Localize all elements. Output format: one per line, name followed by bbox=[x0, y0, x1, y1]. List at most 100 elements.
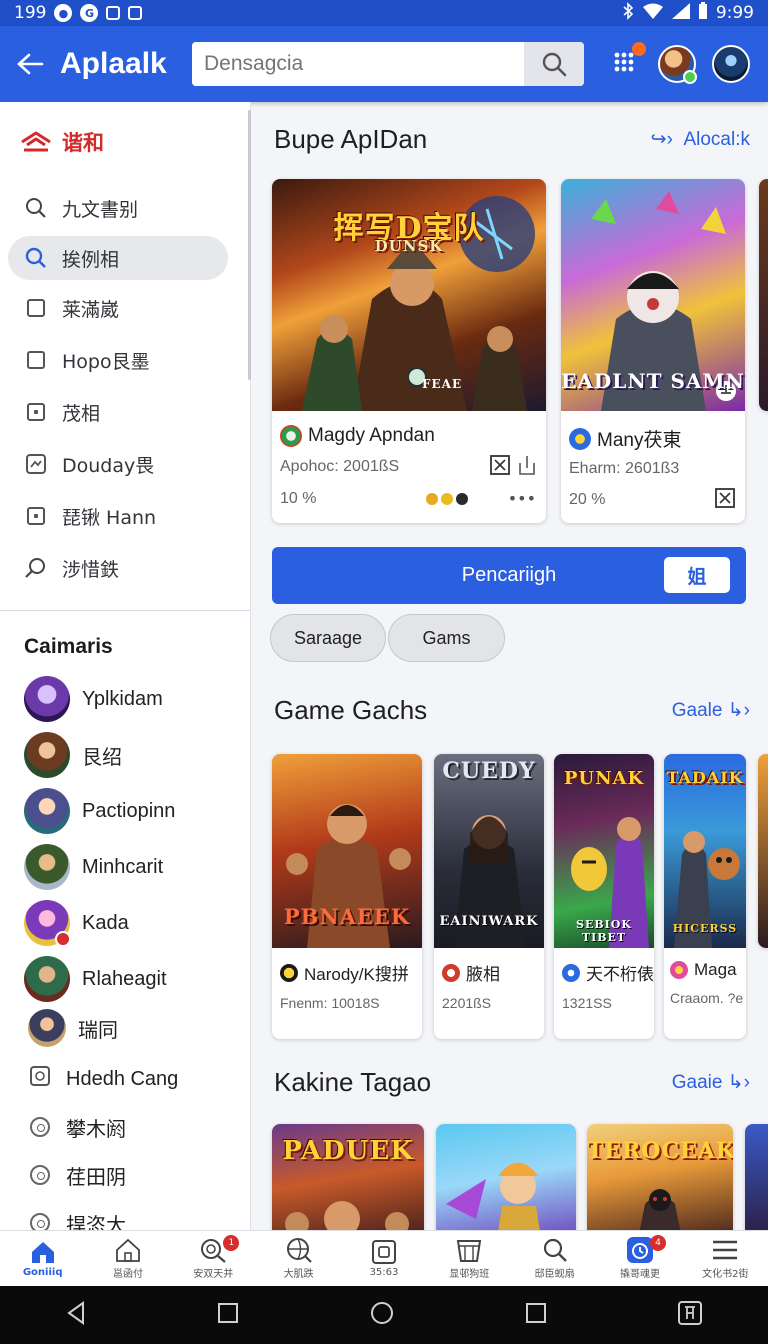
bottom-nav-item[interactable]: 35:63 bbox=[341, 1231, 426, 1286]
category-item[interactable]: Rlaheagit bbox=[0, 951, 250, 1007]
category-avatar bbox=[24, 788, 70, 834]
bottom-nav-item[interactable]: 1 安双天并 bbox=[171, 1231, 256, 1286]
category-item[interactable]: 艮绍 bbox=[0, 727, 250, 783]
trending-game-card[interactable]: TEROCEAK bbox=[587, 1124, 733, 1230]
category-avatar bbox=[24, 900, 71, 947]
home-icon bbox=[29, 1239, 57, 1265]
game-icon bbox=[280, 963, 298, 982]
bottom-nav-item[interactable]: 大肌跌 bbox=[256, 1231, 341, 1286]
bottom-nav-item[interactable]: 4 撬哥魂更 bbox=[597, 1231, 682, 1286]
bottom-nav-item[interactable]: 邸臣蚬扇 bbox=[512, 1231, 597, 1286]
status-bar: 199 ● G 9:99 bbox=[0, 0, 768, 26]
filter-chip-games[interactable]: Gams bbox=[388, 614, 505, 662]
game-rating-row: 20 % bbox=[561, 488, 745, 512]
search-input[interactable] bbox=[192, 42, 524, 86]
trending-game-card[interactable] bbox=[436, 1124, 576, 1230]
status-left: 199 ● G bbox=[14, 3, 143, 23]
bottom-nav-label: 35:63 bbox=[369, 1267, 399, 1278]
trending-game-card[interactable]: PADUEK bbox=[272, 1124, 424, 1230]
featured-game-card-peek[interactable] bbox=[759, 179, 768, 411]
system-square-icon[interactable] bbox=[217, 1302, 239, 1328]
cover-title: TEROCEAK bbox=[587, 1138, 733, 1164]
bottom-nav-item[interactable]: 邕函付 bbox=[85, 1231, 170, 1286]
trending-header: Kakine Tagao Gaaie ↳› bbox=[274, 1067, 768, 1098]
extra-label: 攀木阏 bbox=[66, 1118, 126, 1141]
game-card[interactable]: PUNAK SEBIOK TIBET 天不桁俵 1321SS bbox=[554, 754, 654, 1039]
system-home-icon[interactable] bbox=[369, 1300, 395, 1330]
cover-top-title: TADAIK bbox=[666, 768, 744, 787]
game-name-row: Magdy Apndan bbox=[272, 425, 546, 447]
games-see-all-link[interactable]: Gaale ↳› bbox=[672, 699, 768, 722]
featured-title: Bupe ApIDan bbox=[274, 124, 428, 154]
trending-link-label: Gaaie bbox=[671, 1072, 723, 1093]
sidebar-item-label: 茂相 bbox=[62, 402, 101, 425]
category-item[interactable]: Yplkidam bbox=[0, 671, 250, 727]
sidebar-extra-item[interactable]: Hdedh Cang bbox=[0, 1055, 250, 1103]
sidebar-extra-item[interactable]: 荏田阴 bbox=[0, 1151, 250, 1199]
category-item[interactable]: Pactiopinn bbox=[0, 783, 250, 839]
bottom-nav-home[interactable]: Goniiiq bbox=[0, 1231, 85, 1286]
cover-title: EAINIWARK bbox=[439, 914, 539, 929]
category-item[interactable]: Minhcarit bbox=[0, 839, 250, 895]
close-box-icon[interactable] bbox=[715, 488, 735, 512]
category-item[interactable]: Kada bbox=[0, 895, 250, 951]
games-title: Game Gachs bbox=[274, 695, 428, 725]
featured-see-all-link[interactable]: ↪› Alocal:k bbox=[651, 128, 768, 151]
system-back-icon[interactable] bbox=[65, 1301, 87, 1329]
search-cta-button[interactable]: Pencariigh 姐 bbox=[272, 547, 746, 604]
sidebar-item-5[interactable]: Douday畏 bbox=[0, 438, 250, 490]
share-icon[interactable] bbox=[518, 455, 536, 479]
filter-chip-storage[interactable]: Saraage bbox=[270, 614, 386, 662]
game-name: Many茯東 bbox=[597, 430, 682, 451]
trending-game-card-peek[interactable] bbox=[745, 1124, 768, 1230]
game-meta: Apohoc: 2001ßS bbox=[280, 458, 400, 475]
featured-game-card[interactable]: EADLNT SAMN Many茯東 Eharm: 2601ß3 20 % bbox=[561, 179, 745, 523]
sidebar-item-3[interactable]: Hopo艮墨 bbox=[0, 334, 250, 386]
game-cover-art: 挥写D宝队 DUNSK FEAE bbox=[272, 179, 546, 411]
featured-game-card[interactable]: 挥写D宝队 DUNSK FEAE Magdy Apndan Apohoc: 20… bbox=[272, 179, 546, 523]
profile-avatar[interactable] bbox=[712, 45, 750, 83]
game-card-peek[interactable] bbox=[758, 754, 768, 948]
sidebar-item-6[interactable]: 琵锹 Hann bbox=[0, 490, 250, 542]
trending-see-all-link[interactable]: Gaaie ↳› bbox=[672, 1071, 768, 1094]
categories-title: Caimaris bbox=[24, 635, 113, 658]
cta-badge[interactable]: 姐 bbox=[664, 557, 730, 593]
close-box-icon[interactable] bbox=[490, 455, 510, 479]
search-button[interactable] bbox=[524, 42, 584, 86]
game-card[interactable]: CUEDY EAINIWARK 腋相 2201ßS bbox=[434, 754, 544, 1039]
game-card[interactable]: TADAIK HICERSS Maga Craaom. ?e bbox=[664, 754, 746, 1039]
category-item[interactable]: 瑞同 bbox=[0, 1007, 250, 1049]
game-name: 腋相 bbox=[466, 965, 500, 984]
system-app-icon[interactable] bbox=[677, 1300, 703, 1330]
game-card[interactable]: PBNAEEK Narody/K搜拼 Fnenm: 10018S bbox=[272, 754, 422, 1039]
sidebar-extra-item[interactable]: 攀木阏 bbox=[0, 1103, 250, 1151]
user-avatar[interactable] bbox=[658, 45, 697, 84]
game-name-row: Maga bbox=[664, 960, 746, 980]
more-options-icon[interactable]: ••• bbox=[508, 489, 536, 508]
system-recents-icon[interactable] bbox=[525, 1302, 547, 1328]
sidebar-item-label: Hopo艮墨 bbox=[62, 350, 150, 373]
trending-link-icon: ↳› bbox=[722, 1072, 750, 1093]
bottom-nav-item[interactable]: 显邨狗班 bbox=[427, 1231, 512, 1286]
back-button[interactable] bbox=[0, 26, 60, 102]
bottom-nav-item[interactable]: 文化书2街 bbox=[683, 1231, 768, 1286]
sidebar-item-7[interactable]: 涉惜鉄 bbox=[0, 542, 250, 594]
status-left-text: 199 bbox=[14, 3, 47, 23]
sidebar-item-2[interactable]: 莱滿崴 bbox=[0, 282, 250, 334]
sidebar-brand[interactable]: 谐和 bbox=[0, 102, 250, 182]
online-status-dot bbox=[683, 70, 697, 84]
bottom-nav-label: 文化书2街 bbox=[702, 1269, 749, 1280]
bluetooth-icon bbox=[622, 1, 634, 25]
game-meta: Eharm: 2601ß3 bbox=[569, 460, 680, 477]
sidebar-item-1[interactable]: 挨例相 bbox=[8, 236, 228, 280]
bottom-nav: Goniiiq 邕函付 1 安双天并 大肌跌 35:63 显邨狗班 邸臣蚬扇 4… bbox=[0, 1230, 768, 1286]
brand-label: 谐和 bbox=[62, 131, 104, 155]
bottom-nav-label: 邸臣蚬扇 bbox=[534, 1269, 575, 1280]
bottom-nav-label: 安双天并 bbox=[193, 1269, 234, 1280]
apps-grid-button[interactable] bbox=[614, 42, 646, 76]
game-meta-row: Apohoc: 2001ßS bbox=[272, 455, 546, 479]
game-name-row: 天不桁俵 bbox=[554, 960, 654, 985]
sidebar-item-4[interactable]: 茂相 bbox=[0, 386, 250, 438]
sidebar-item-0[interactable]: 九文書别 bbox=[0, 182, 250, 234]
games-link-icon: ↳› bbox=[722, 700, 750, 721]
